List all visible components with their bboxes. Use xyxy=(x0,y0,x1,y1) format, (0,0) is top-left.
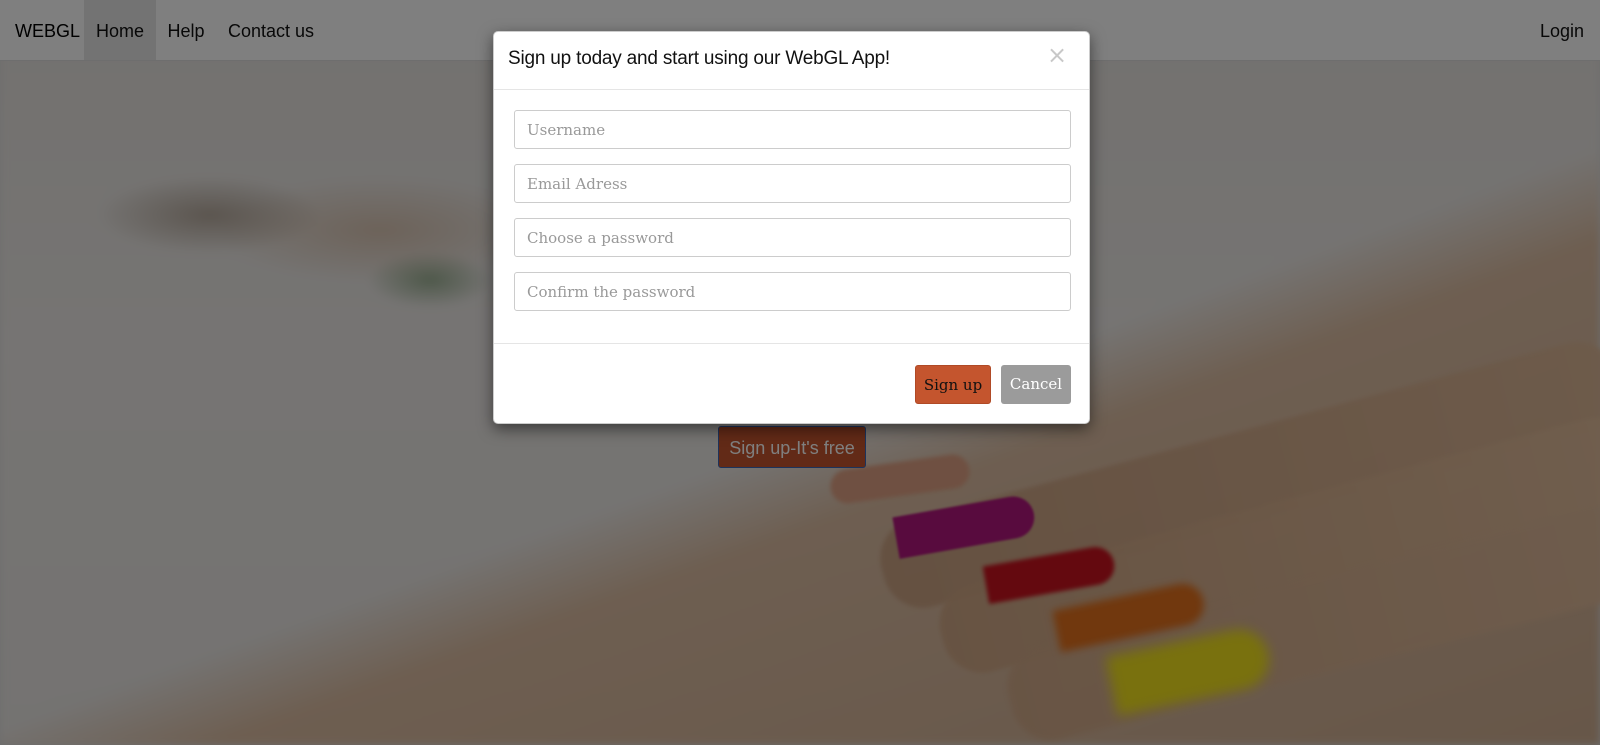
modal-title: Sign up today and start using our WebGL … xyxy=(508,48,891,69)
modal-body xyxy=(494,90,1089,344)
email-input[interactable] xyxy=(514,164,1071,203)
username-input[interactable] xyxy=(514,110,1071,149)
modal-footer: Sign up Cancel xyxy=(494,344,1089,423)
signup-modal: Sign up today and start using our WebGL … xyxy=(493,31,1090,424)
close-icon[interactable]: × xyxy=(1047,43,1067,67)
page: Sign up-It's free WEBGL Home Help Contac… xyxy=(0,0,1600,745)
signup-button[interactable]: Sign up xyxy=(915,365,991,404)
cancel-button[interactable]: Cancel xyxy=(1001,365,1071,404)
password-input[interactable] xyxy=(514,218,1071,257)
modal-header: Sign up today and start using our WebGL … xyxy=(494,32,1089,90)
confirm-password-input[interactable] xyxy=(514,272,1071,311)
